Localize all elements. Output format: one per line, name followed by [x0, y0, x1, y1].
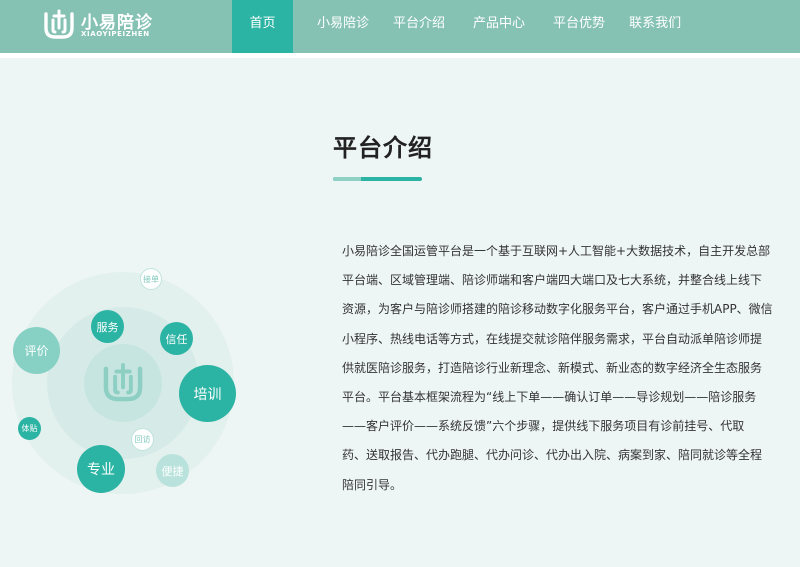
header-divider — [0, 53, 800, 58]
logo-mark-icon — [44, 9, 74, 39]
intro-line: 陪同引导。 — [342, 477, 403, 492]
bubble-huifang: 回访 — [131, 428, 154, 451]
bubble-jiedan: 接单 — [140, 268, 162, 290]
main-nav: 首页 小易陪诊 平台介绍 产品中心 平台优势 联系我们 — [232, 0, 693, 53]
center-logo-icon — [103, 362, 143, 402]
bubble-xinren: 信任 — [160, 322, 193, 355]
bubble-tiejie: 体贴 — [18, 417, 41, 440]
nav-item-xiaoyi[interactable]: 小易陪诊 — [305, 0, 381, 53]
nav-item-contact[interactable]: 联系我们 — [617, 0, 693, 53]
section-title: 平台介绍 — [333, 134, 433, 162]
platform-intro-text: 小易陪诊全国运管平台是一个基于互联网+人工智能+大数据技术，自主开发总部 平台端… — [342, 237, 773, 500]
nav-item-products[interactable]: 产品中心 — [461, 0, 537, 53]
intro-line: 资源，为客户与陪诊师搭建的陪诊移动数字化服务平台，客户通过手机APP、微信 — [342, 302, 773, 317]
nav-item-home[interactable]: 首页 — [232, 0, 293, 53]
intro-line: 药、送取报告、代办跑腿、代办问诊、代办出入院、病案到家、陪同就诊等全程 — [342, 448, 763, 463]
bubble-pingjia: 评价 — [13, 327, 60, 374]
intro-line: 平台。平台基本框架流程为“线上下单——确认订单——导诊规划——陪诊服务 — [342, 390, 757, 405]
title-underline-accent — [333, 177, 361, 181]
top-header: 小易陪诊 XIAOYIPEIZHEN 首页 小易陪诊 平台介绍 产品中心 平台优… — [0, 0, 800, 53]
intro-line: 小易陪诊全国运管平台是一个基于互联网+人工智能+大数据技术，自主开发总部 — [342, 244, 771, 258]
brand-logo[interactable]: 小易陪诊 XIAOYIPEIZHEN — [43, 7, 163, 43]
bubble-peixun: 培训 — [179, 365, 236, 422]
bubble-fuwu: 服务 — [91, 310, 124, 343]
intro-line: 小程序、热线电话等方式，在线提交就诊陪伴服务需求，平台自动派单陪诊师提 — [342, 331, 763, 346]
service-diagram: 接单 服务 信任 评价 培训 体贴 回访 专业 便捷 — [0, 255, 260, 545]
intro-line: 供就医陪诊服务，打造陪诊行业新理念、新模式、新业态的数字经济全生态服务 — [342, 360, 763, 375]
intro-line: 平台端、区域管理端、陪诊师端和客户端四大端口及七大系统，并整合线上线下 — [342, 273, 763, 288]
bubble-bianjie: 便捷 — [156, 454, 189, 487]
title-underline — [333, 177, 422, 181]
intro-line: ——客户评价——系统反馈”六个步骤，提供线下服务项目有诊前挂号、代取 — [342, 419, 745, 434]
nav-item-platform-intro[interactable]: 平台介绍 — [381, 0, 457, 53]
bubble-zhuanye: 专业 — [77, 445, 125, 493]
nav-item-advantages[interactable]: 平台优势 — [541, 0, 617, 53]
brand-name-en: XIAOYIPEIZHEN — [81, 30, 150, 38]
